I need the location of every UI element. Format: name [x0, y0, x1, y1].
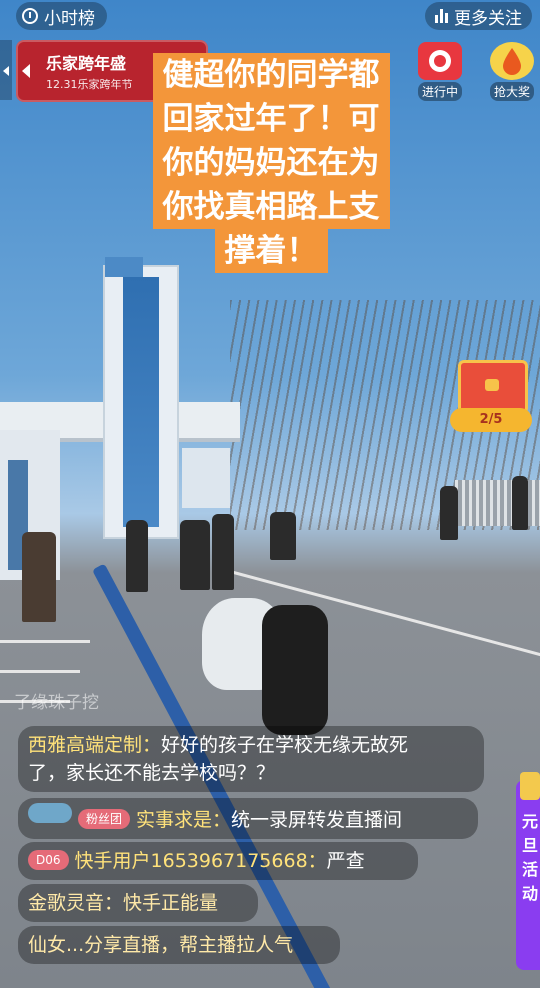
person [440, 486, 458, 540]
more-follow-label: 更多关注 [454, 8, 522, 29]
banner-title: 乐家跨年盛 [46, 54, 127, 73]
side-card-text: 元旦活动 [522, 812, 539, 903]
comment-text: 了，家长还不能去学校吗？？ [28, 762, 276, 784]
comment-item[interactable]: 仙女...分享直播，帮主播拉人气 [18, 926, 340, 964]
comment-user: 仙女...分享直播， [28, 934, 180, 956]
comment-text: 帮主播拉人气 [179, 934, 294, 956]
chest-progress: 2/5 [450, 408, 532, 432]
video-caption: 健超你的同学都 回家过年了！可 你的妈妈还在为 你找真相路上支 撑着！ [134, 53, 408, 273]
treasure-chest-icon [458, 360, 528, 414]
person [512, 476, 528, 530]
treasure-chest-button[interactable]: 2/5 [450, 360, 532, 436]
chevron-left-icon [22, 64, 30, 78]
comment-user: 金歌灵音： [28, 892, 124, 914]
event-in-progress-label: 进行中 [417, 82, 462, 101]
comment-user: 快手用户1653967175668： [74, 850, 327, 872]
gate-tower [103, 257, 179, 539]
person [212, 514, 234, 590]
bar-chart-icon [435, 9, 448, 23]
black-luggage-bag [262, 605, 328, 735]
comment-user: 实事求是： [136, 809, 232, 831]
background-building [182, 448, 230, 508]
clock-icon [22, 8, 38, 24]
person [22, 532, 56, 622]
more-follow-button[interactable]: 更多关注 [425, 2, 532, 30]
comment-item[interactable]: 西雅高端定制：好好的孩子在学校无缘无故死 了，家长还不能去学校吗？？ [18, 726, 484, 792]
gift-event-icon [418, 42, 462, 80]
comment-item[interactable]: 金歌灵音：快手正能量 [18, 884, 258, 922]
grab-prize-label: 抢大奖 [489, 82, 534, 101]
heart-badge: D06 [28, 850, 69, 870]
prize-drop-icon [490, 42, 534, 80]
comment-item[interactable]: D06 快手用户1653967175668：严查 [18, 842, 418, 880]
caption-line: 你找真相路上支 [152, 185, 390, 229]
level-badge [28, 803, 72, 823]
hour-rank-label: 小时榜 [44, 8, 95, 29]
event-in-progress-button[interactable]: 进行中 [412, 42, 468, 102]
grab-prize-button[interactable]: 抢大奖 [484, 42, 540, 102]
comment-text: 好好的孩子在学校无缘无故死 [161, 734, 409, 756]
ribbon-icon [520, 772, 540, 800]
collapse-handle[interactable] [0, 40, 12, 100]
person [126, 520, 148, 592]
comment-user: 西雅高端定制： [28, 734, 162, 756]
road-marking [0, 670, 80, 673]
caption-line: 健超你的同学都 [152, 53, 390, 97]
comment-text: 快手正能量 [123, 892, 219, 914]
person [180, 520, 210, 590]
faded-comment: 了缘珠子挖 [14, 693, 99, 713]
fan-club-badge: 粉丝团 [78, 809, 131, 829]
comment-text: 统一录屏转发直播间 [231, 809, 403, 831]
hour-rank-button[interactable]: 小时榜 [16, 2, 107, 30]
comment-text: 严查 [326, 850, 365, 872]
caption-line: 回家过年了！可 [152, 97, 390, 141]
person [270, 512, 296, 560]
top-bar: 小时榜 更多关注 [0, 0, 540, 34]
caption-line: 撑着！ [214, 229, 328, 273]
side-activity-card[interactable]: 元旦活动 [516, 772, 540, 970]
banner-subtitle: 12.31乐家跨年节 [46, 78, 133, 91]
road-marking [0, 640, 90, 643]
caption-line: 你的妈妈还在为 [152, 141, 390, 185]
comment-item[interactable]: 粉丝团 实事求是：统一录屏转发直播间 [18, 798, 478, 839]
